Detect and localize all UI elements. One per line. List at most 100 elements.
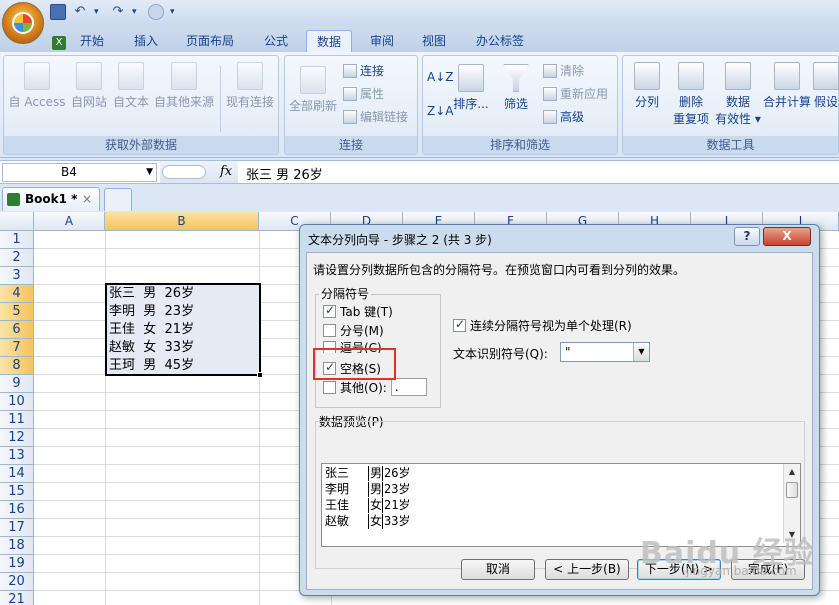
text-to-columns-button[interactable]: 分列 <box>627 62 667 110</box>
row-header[interactable]: 17 <box>0 519 34 537</box>
from-other-sources-button[interactable]: 自其他来源 <box>152 62 216 110</box>
sort-desc-button[interactable]: Z↓A <box>427 104 453 118</box>
data-preview[interactable]: 张三男 26岁 李明男 23岁 王佳女 21岁 赵敏女 33岁 ▲ ▼ <box>321 463 801 547</box>
text-file-icon <box>118 62 144 90</box>
save-icon[interactable] <box>50 4 66 20</box>
select-all-corner[interactable] <box>0 212 34 231</box>
scroll-down-icon[interactable]: ▼ <box>784 527 800 543</box>
row-header[interactable]: 9 <box>0 375 34 393</box>
row-header[interactable]: 4 <box>0 285 34 303</box>
chevron-down-icon[interactable]: ▼ <box>633 343 649 361</box>
row-header[interactable]: 18 <box>0 537 34 555</box>
tab-review[interactable]: 审阅 <box>360 30 404 52</box>
row-header[interactable]: 7 <box>0 339 34 357</box>
back-button[interactable]: < 上一步(B) <box>545 559 629 580</box>
consecutive-delimiters-checkbox[interactable]: 连续分隔符号视为单个处理(R) <box>453 317 632 334</box>
fill-handle[interactable] <box>257 372 263 378</box>
row-header[interactable]: 1 <box>0 231 34 249</box>
group-connections: 全部刷新 连接 属性 编辑链接 连接 <box>284 55 418 155</box>
help-button[interactable]: ? <box>734 227 760 246</box>
close-icon[interactable]: × <box>82 188 92 210</box>
scroll-up-icon[interactable]: ▲ <box>784 464 800 480</box>
tab-data[interactable]: 数据 <box>306 30 353 52</box>
clear-filter-button[interactable]: 清除 <box>543 62 584 79</box>
undo-dropdown-icon[interactable]: ▾ <box>94 4 104 20</box>
tab-insert[interactable]: 插入 <box>124 30 168 52</box>
refresh-all-button[interactable]: 全部刷新 <box>287 66 339 114</box>
from-access-button[interactable]: 自 Access <box>8 62 66 110</box>
row-header[interactable]: 19 <box>0 555 34 573</box>
data-validation-button[interactable]: 数据 有效性 ▾ <box>715 62 761 127</box>
redo-dropdown-icon[interactable]: ▾ <box>132 4 142 20</box>
row-header[interactable]: 3 <box>0 267 34 285</box>
row-header[interactable]: 6 <box>0 321 34 339</box>
tab-formulas[interactable]: 公式 <box>254 30 298 52</box>
tab-view[interactable]: 视图 <box>412 30 456 52</box>
workbook-tab[interactable]: Book1 * × <box>2 187 100 211</box>
web-icon <box>76 62 102 90</box>
tab-office-tab[interactable]: 办公标签 <box>466 30 534 52</box>
cancel-button[interactable]: 取消 <box>461 559 535 580</box>
sort-button[interactable]: 排序... <box>451 64 491 112</box>
sort-asc-button[interactable]: A↓Z <box>427 70 453 84</box>
new-tab-button[interactable] <box>104 188 132 211</box>
other-delimiter-input[interactable]: . <box>390 378 427 396</box>
row-header[interactable]: 8 <box>0 357 34 375</box>
filter-button[interactable]: 筛选 <box>499 64 533 112</box>
circle-icon[interactable] <box>148 4 164 20</box>
consolidate-button[interactable]: 合并计算 <box>763 62 811 110</box>
row-header[interactable]: 15 <box>0 483 34 501</box>
undo-icon[interactable]: ↶ <box>72 4 88 20</box>
what-if-icon <box>813 62 839 90</box>
row-header[interactable]: 11 <box>0 411 34 429</box>
connections-button[interactable]: 连接 <box>343 62 384 79</box>
ribbon: 自 Access 自网站 自文本 自其他来源 现有连接 获取外部数据 全部刷新 … <box>0 52 839 158</box>
text-qualifier-select[interactable]: " ▼ <box>560 342 650 362</box>
office-button[interactable] <box>2 2 44 44</box>
edit-links-button[interactable]: 编辑链接 <box>343 108 408 125</box>
row-header[interactable]: 14 <box>0 465 34 483</box>
column-header[interactable]: B <box>105 212 259 231</box>
from-text-button[interactable]: 自文本 <box>110 62 152 110</box>
redo-icon[interactable]: ↷ <box>110 4 126 20</box>
from-web-button[interactable]: 自网站 <box>68 62 110 110</box>
finish-button[interactable]: 完成(F) <box>731 559 805 580</box>
advanced-filter-button[interactable]: 高级 <box>543 108 584 125</box>
chevron-down-icon[interactable]: ▼ <box>146 164 153 181</box>
resize-grip[interactable] <box>162 165 206 179</box>
semicolon-checkbox[interactable]: 分号(M) <box>323 322 384 339</box>
scroll-thumb[interactable] <box>786 482 798 498</box>
remove-duplicates-button[interactable]: 删除 重复项 <box>671 62 711 127</box>
formula-input[interactable]: 张三 男 26岁 <box>246 164 323 183</box>
customize-qat-icon[interactable]: ▾ <box>170 4 180 20</box>
row-header[interactable]: 21 <box>0 591 34 605</box>
tab-page-layout[interactable]: 页面布局 <box>176 30 244 52</box>
row-header[interactable]: 5 <box>0 303 34 321</box>
sort-asc-icon: A↓Z <box>427 70 454 84</box>
column-header[interactable]: A <box>34 212 105 231</box>
row-header[interactable]: 2 <box>0 249 34 267</box>
row-header[interactable]: 12 <box>0 429 34 447</box>
other-checkbox[interactable]: 其他(O):. <box>323 378 427 396</box>
existing-connections-button[interactable]: 现有连接 <box>224 62 276 110</box>
group-label-sort-filter: 排序和筛选 <box>423 136 617 154</box>
name-box[interactable]: B4 ▼ <box>2 163 157 182</box>
text-qualifier-value: " <box>565 345 571 359</box>
insert-function-icon[interactable]: fx <box>220 164 232 179</box>
title-bar: ↶ ▾ ↷ ▾ ▾ <box>0 0 839 26</box>
row-header[interactable]: 13 <box>0 447 34 465</box>
what-if-button[interactable]: 假设 <box>813 62 839 110</box>
close-button[interactable]: X <box>763 227 811 246</box>
preview-cell: 赵敏 <box>325 514 350 528</box>
row-header[interactable]: 16 <box>0 501 34 519</box>
row-header[interactable]: 20 <box>0 573 34 591</box>
next-button[interactable]: 下一步(N) > <box>637 559 721 580</box>
group-sort-filter: A↓Z Z↓A 排序... 筛选 清除 重新应用 高级 排序和筛选 <box>422 55 618 155</box>
selection-range <box>105 283 263 378</box>
row-header[interactable]: 10 <box>0 393 34 411</box>
properties-button[interactable]: 属性 <box>343 85 384 102</box>
tab-checkbox[interactable]: Tab 键(T) <box>323 303 393 320</box>
tab-home[interactable]: 开始 <box>70 30 114 52</box>
reapply-button[interactable]: 重新应用 <box>543 85 608 102</box>
preview-scrollbar[interactable]: ▲ ▼ <box>783 464 800 543</box>
